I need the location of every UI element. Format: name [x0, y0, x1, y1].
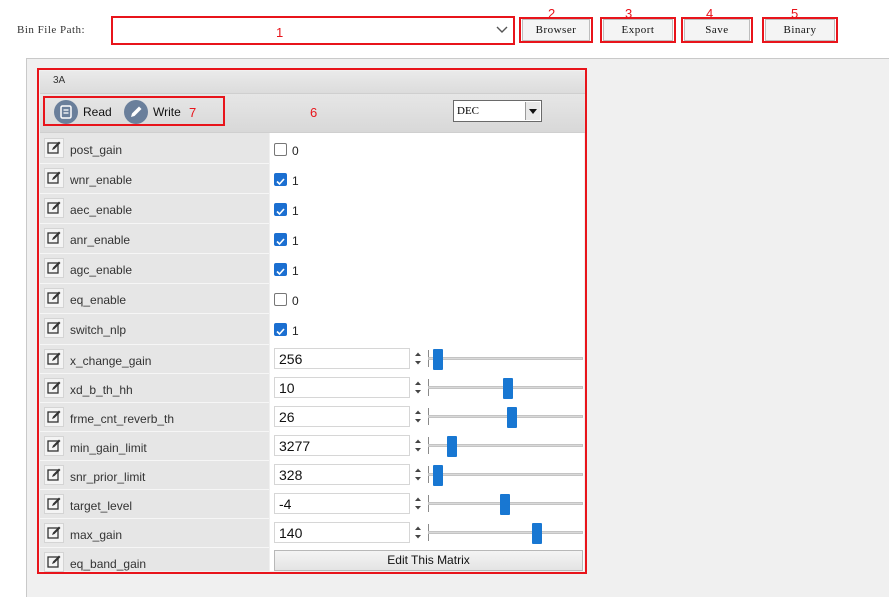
annotation-box-binary [762, 17, 838, 43]
annotation-number: 4 [706, 6, 714, 21]
annotation-number: 2 [548, 6, 556, 21]
annotation-box-read-write [43, 96, 225, 126]
annotation-number: 7 [189, 105, 197, 120]
annotation-number: 3 [625, 6, 633, 21]
annotation-number: 6 [310, 105, 318, 120]
annotation-box-path [111, 16, 515, 45]
annotation-number: 5 [791, 6, 799, 21]
annotation-number: 1 [276, 25, 284, 40]
annotation-box-save [681, 17, 753, 43]
annotation-box-group [37, 68, 587, 574]
annotation-box-export [600, 17, 676, 43]
annotation-box-browser [519, 17, 593, 43]
bin-file-path-label: Bin File Path: [17, 24, 86, 36]
